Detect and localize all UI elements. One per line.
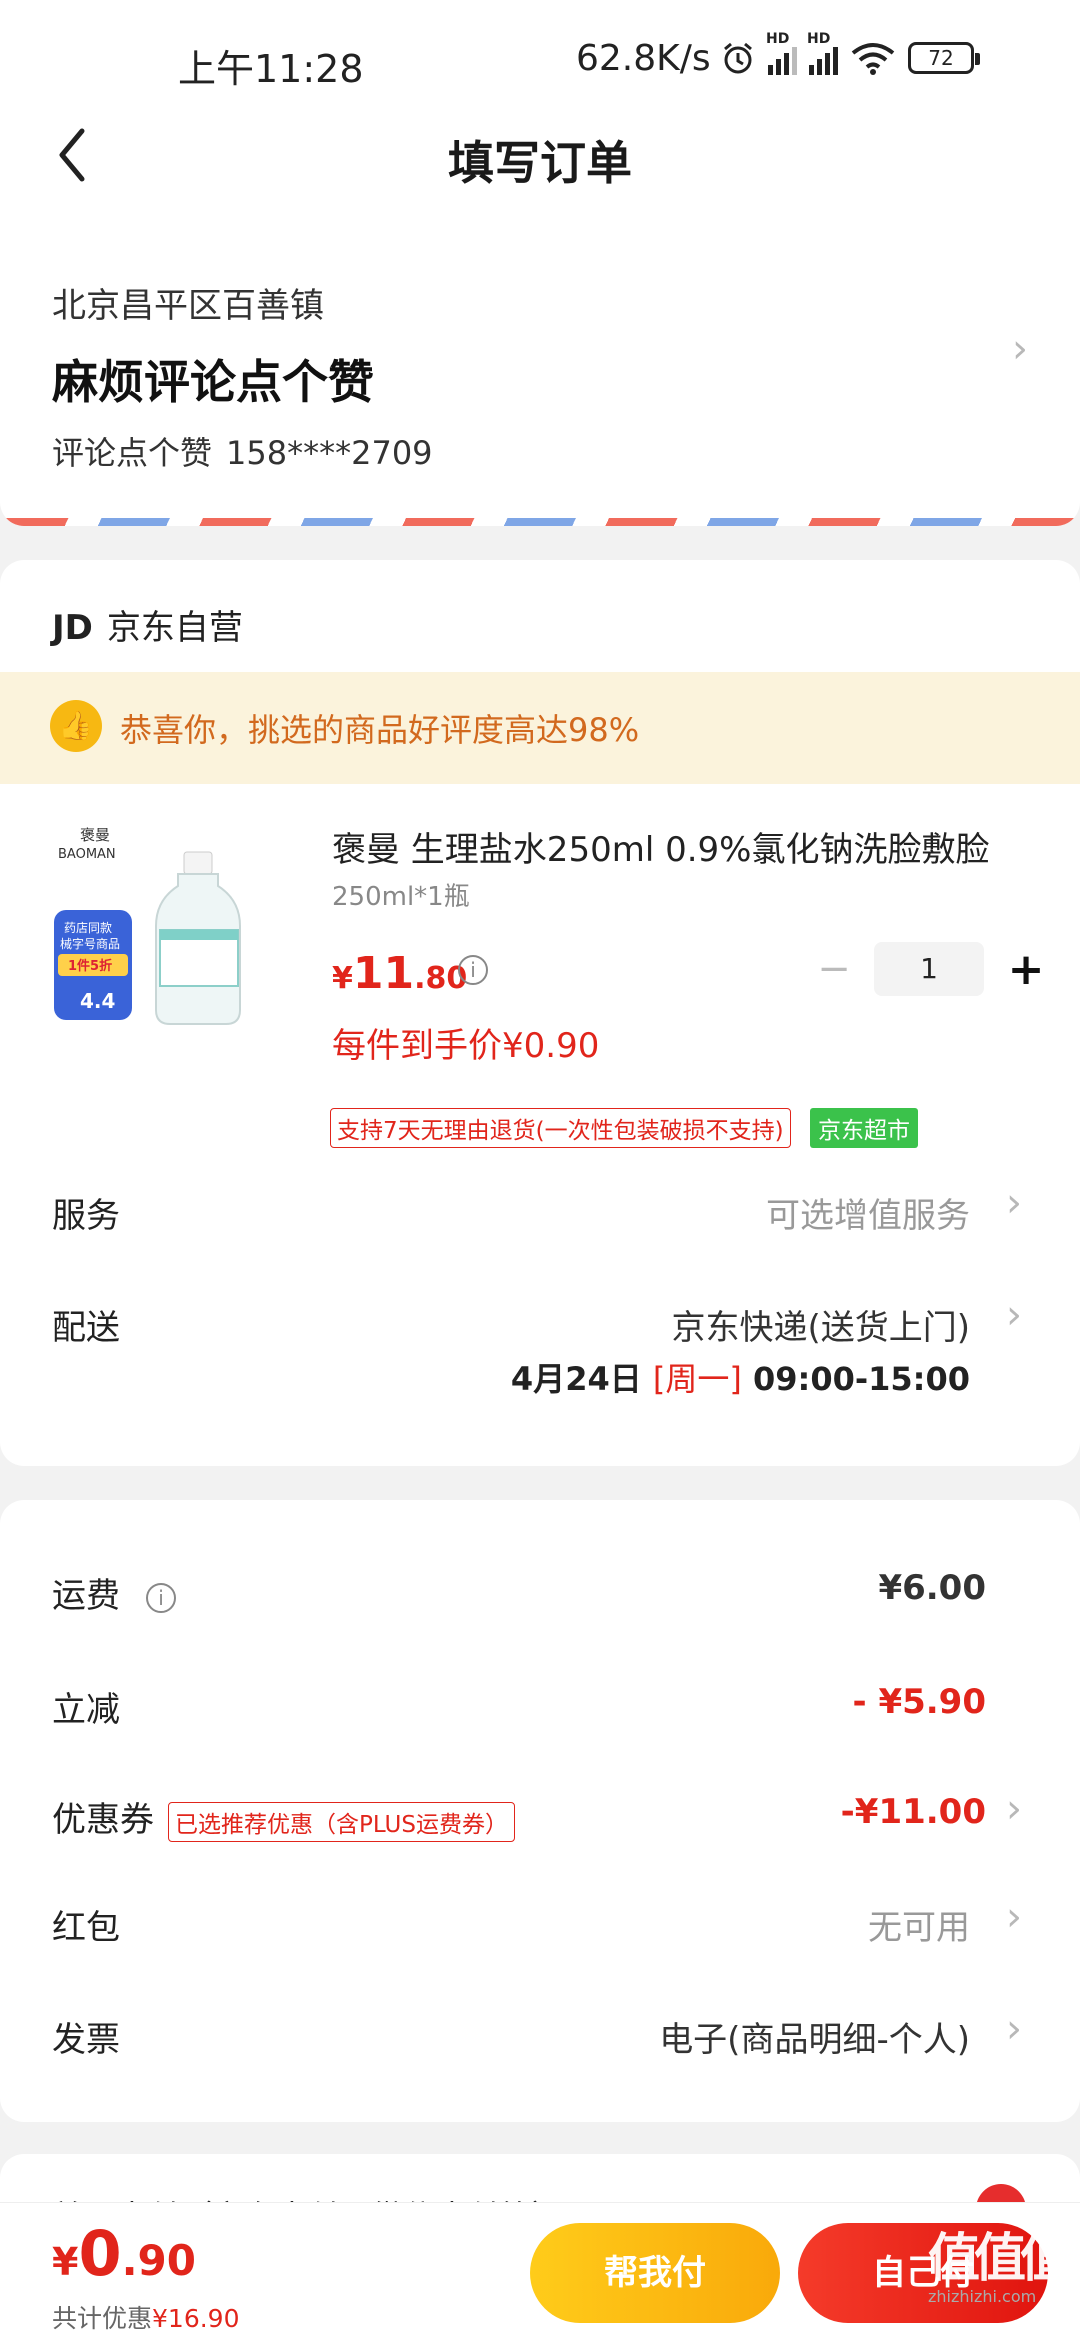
help-pay-button[interactable]: 帮我付 — [530, 2223, 780, 2323]
invoice-label: 发票 — [52, 2020, 120, 2060]
chevron-right-icon: › — [1012, 326, 1028, 372]
product-price: ¥11.80 — [332, 948, 468, 999]
address-card[interactable]: 北京昌平区百善镇 麻烦评论点个赞 评论点个赞 158****2709 › — [0, 250, 1080, 526]
watermark: 值值值 zhizhizhi.com — [928, 2216, 1072, 2326]
battery-icon: 72 — [908, 42, 980, 74]
alarm-icon — [724, 42, 752, 74]
hd-signal-icon: HD — [807, 31, 838, 75]
svg-text:BAOMAN: BAOMAN — [58, 847, 116, 862]
delivery-value[interactable]: 京东快递(送货上门) — [671, 1300, 970, 1349]
chevron-right-icon: › — [1006, 2006, 1022, 2052]
watermark-logo: 值值值 — [928, 2229, 1072, 2289]
address-contact: 评论点个赞 158****2709 — [52, 428, 433, 474]
status-bar: 上午11:28 62.8K/s HD HD 72 — [0, 0, 1080, 120]
hd-signal-icon: HD — [766, 31, 797, 75]
per-item-price: 每件到手价¥0.90 — [332, 1026, 600, 1066]
decrease-button[interactable]: − — [812, 946, 856, 992]
thumbs-up-icon: 👍 — [50, 700, 102, 752]
network-speed: 62.8K/s — [576, 38, 711, 79]
coupon-tag: 已选推荐优惠（含PLUS运费券） — [168, 1801, 515, 1842]
shipping-label: 运费 i — [52, 1568, 176, 1617]
rating-banner-text: 恭喜你，挑选的商品好评度高达98% — [120, 711, 640, 749]
total-price: ¥0.90 — [52, 2217, 196, 2290]
total-discount: 共计优惠¥16.90 — [52, 2304, 240, 2333]
redpacket-label: 红包 — [52, 1908, 120, 1948]
return-policy-tag: 支持7天无理由退货(一次性包装破损不支持) — [330, 1108, 791, 1148]
product-card: JD 京东自营 👍 恭喜你，挑选的商品好评度高达98% 褒曼 BAOMAN 药店同… — [0, 560, 1080, 1466]
svg-text:1件5折: 1件5折 — [68, 958, 112, 974]
invoice-value[interactable]: 电子(商品明细-个人) — [659, 2012, 970, 2061]
recipient-phone: 158****2709 — [226, 434, 433, 472]
airmail-stripe — [0, 518, 1080, 526]
coupon-label: 优惠券 已选推荐优惠（含PLUS运费券） — [52, 1792, 515, 1842]
info-icon[interactable]: i — [146, 1582, 176, 1613]
service-value[interactable]: 可选增值服务 — [766, 1188, 970, 1237]
chevron-right-icon: › — [1006, 1180, 1022, 1226]
status-icons: HD HD 72 — [720, 31, 980, 76]
bottom-bar: ¥0.90 共计优惠¥16.90 帮我付 自己付 — [0, 2202, 1080, 2340]
status-time: 上午11:28 — [178, 47, 364, 91]
shipping-value: ¥6.00 — [878, 1568, 986, 1608]
recipient-name: 评论点个赞 — [52, 434, 213, 472]
chevron-right-icon: › — [1006, 1894, 1022, 1940]
svg-text:4.4: 4.4 — [80, 989, 115, 1013]
wifi-icon — [851, 43, 895, 75]
product-name[interactable]: 褒曼 生理盐水250ml 0.9%氯化钠洗脸敷脸 — [332, 822, 1038, 871]
page-title: 填写订单 — [448, 136, 632, 190]
store-name[interactable]: JD 京东自营 — [52, 600, 243, 649]
increase-button[interactable]: + — [1004, 944, 1048, 995]
product-image[interactable]: 褒曼 BAOMAN 药店同款 械字号商品 1件5折 4.4 — [50, 820, 300, 1070]
chevron-right-icon: › — [1006, 1786, 1022, 1832]
reduction-value: - ¥5.90 — [852, 1682, 987, 1722]
product-spec: 250ml*1瓶 — [332, 882, 470, 912]
chevron-right-icon: › — [1006, 1292, 1022, 1338]
service-label: 服务 — [52, 1196, 120, 1236]
address-region: 北京昌平区百善镇 — [52, 286, 324, 326]
delivery-date: 4月24日 [周一] 09:00-15:00 — [510, 1360, 970, 1398]
quantity-stepper: − 1 + — [812, 942, 1048, 996]
rating-banner: 👍 恭喜你，挑选的商品好评度高达98% — [0, 672, 1080, 784]
jd-logo: JD — [52, 608, 93, 648]
address-detail: 麻烦评论点个赞 — [52, 355, 374, 409]
svg-text:药店同款: 药店同款 — [64, 921, 112, 935]
reduction-label: 立减 — [52, 1690, 120, 1730]
svg-text:褒曼: 褒曼 — [80, 826, 110, 844]
delivery-label: 配送 — [52, 1308, 120, 1348]
supermarket-tag: 京东超市 — [810, 1108, 918, 1148]
svg-text:械字号商品: 械字号商品 — [60, 936, 120, 951]
quantity-field[interactable]: 1 — [874, 942, 984, 996]
fees-card: 运费 i ¥6.00 立减 - ¥5.90 优惠券 已选推荐优惠（含PLUS运费券）… — [0, 1500, 1080, 2122]
coupon-value[interactable]: -¥11.00 — [841, 1792, 986, 1832]
info-icon[interactable]: i — [458, 955, 488, 985]
redpacket-value[interactable]: 无可用 — [868, 1900, 970, 1949]
